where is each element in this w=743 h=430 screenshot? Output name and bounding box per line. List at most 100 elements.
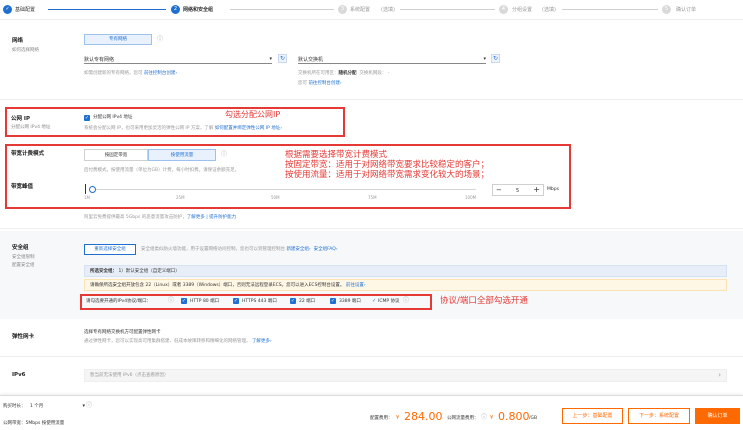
slider-tick-label: 50M [271, 195, 280, 200]
bandwidth-peak-title: 带宽峰值 [11, 184, 34, 190]
public-ip-highlight [5, 107, 345, 137]
refresh-icon[interactable]: ↻ [278, 54, 287, 63]
slider-tick-label: 25M [176, 195, 185, 200]
goto-settings-link[interactable]: 前往设置› [346, 283, 366, 288]
reselect-security-group-button[interactable]: 重新选择安全组 [84, 244, 136, 255]
duration-label: 购买时长： [3, 404, 26, 409]
port-checkbox-http[interactable]: ✓ [181, 298, 187, 304]
vswitch-help: 您可 前往控制台创建› [298, 81, 342, 86]
public-ip-desc: 系统会分配公网 IP，也可采用更加灵活的弹性公网 IP 方案，了解 如何配置并绑… [84, 126, 283, 131]
step-2-number: 2 [171, 5, 180, 14]
network-type-button[interactable]: 专有网络 [84, 34, 152, 45]
help-icon[interactable]: ⓘ [403, 297, 409, 304]
vpc-select[interactable]: 默认专有网络 ▾ [84, 55, 272, 64]
divider [0, 99, 743, 100]
slider-start-marker [85, 184, 86, 194]
eni-learn-more-link[interactable]: 了解更多› [252, 339, 272, 344]
next-step-button[interactable]: 下一步：系统配置 [628, 408, 690, 424]
ipv6-select[interactable]: 暂当前无法使用 IPv6（点击查看原因） › [84, 369, 727, 382]
ports-label: 请勾选要开通的IPv4协议/端口： [86, 299, 152, 304]
traffic-fee: 0.800 [498, 410, 530, 423]
security-sub1: 安全组限制 [12, 255, 35, 260]
public-ip-checkbox[interactable]: ✓ [84, 115, 90, 121]
network-title: 网络 [12, 38, 24, 44]
divider [0, 228, 743, 229]
help-icon[interactable]: ⓘ [168, 297, 174, 304]
step-4-tag: (选填) [542, 7, 556, 13]
footer-bandwidth: 公网带宽：5Mbps 按使用流量 [3, 421, 65, 426]
bandwidth-value[interactable]: 5 [516, 188, 519, 194]
step-connector [48, 9, 166, 10]
vswitch-select[interactable]: 默认交换机 ▾ [298, 55, 486, 64]
security-hint: 安全组类似防火墙功能，用于设置网络访问控制，您也可以到管理控制台 新建安全组› … [141, 247, 338, 252]
slider-tick-label: 1M [84, 195, 90, 200]
port-warning: 请确保所选安全组开放包含 22（Linux）或者 3389（Windows）端口… [90, 283, 366, 288]
prev-step-button[interactable]: 上一步：基础配置 [562, 408, 623, 424]
annotation-line: 按固定带宽：适用于对网络带宽要求比较稳定的客户； [285, 160, 490, 171]
billing-annotation: 根据需要选择带宽计费模式 按固定带宽：适用于对网络带宽要求比较稳定的客户； 按使… [285, 150, 489, 181]
plus-button[interactable]: + [533, 185, 540, 195]
step-3-label[interactable]: 系统配置 [350, 7, 370, 13]
vpc-create-link[interactable]: 前往控制台创建› [144, 71, 177, 76]
security-faq-link[interactable]: 安全组FAQ› [314, 247, 338, 252]
port-checkbox-https[interactable]: ✓ [233, 298, 239, 304]
vpc-select-value: 默认专有网络 [84, 57, 115, 63]
help-icon[interactable]: ⓘ [481, 414, 487, 421]
traffic-fee-label: 公网流量费用： [447, 416, 479, 421]
ipv6-title: IPv6 [12, 372, 26, 378]
step-connector [400, 9, 495, 10]
ports-annotation: 协议/端口全部勾选开通 [440, 296, 528, 306]
step-1-label[interactable]: 基础配置 [15, 7, 35, 13]
step-2-label[interactable]: 网络和安全组 [183, 7, 213, 13]
duration-select[interactable]: 1 个月 ▾ [27, 402, 85, 411]
step-4-number: 4 [499, 5, 508, 14]
help-icon[interactable]: ⓘ [221, 151, 227, 158]
port-checkbox-3389[interactable]: ✓ [330, 298, 336, 304]
config-fee-currency: ¥ [396, 415, 400, 421]
port-label: 3389 端口 [339, 299, 361, 304]
port-checkbox-22[interactable]: ✓ [290, 298, 296, 304]
step-1-check-icon: ✓ [3, 5, 12, 14]
config-fee: 284.00 [404, 410, 443, 423]
confirm-order-button[interactable]: 确认订单 [695, 408, 740, 424]
bandwidth-unit: Mbps [547, 187, 559, 192]
vswitch-create-link[interactable]: 前往控制台创建› [308, 81, 341, 86]
bandwidth-slider-track[interactable] [90, 189, 476, 190]
eni-line2: 通过弹性网卡，您可以实现高可用集群搭建、低成本故障转移和精细化的网络管理。 了解… [84, 339, 272, 344]
annotation-line: 根据需要选择带宽计费模式 [285, 150, 388, 160]
new-security-group-link[interactable]: 新建安全组› [286, 247, 310, 252]
security-title: 安全组 [12, 245, 29, 251]
port-label: 22 端口 [299, 299, 316, 304]
step-5-number: 5 [662, 5, 671, 14]
bandwidth-stepper[interactable]: − 5 + [492, 184, 544, 196]
minus-button[interactable]: − [496, 186, 502, 194]
vswitch-info: 交换机所在可用区：随机分配 交换机网段： - [298, 71, 390, 76]
public-ip-annotation: 勾选分配公网IP [225, 110, 281, 119]
eip-link[interactable]: 如何配置并绑定弹性公网 IP 地址› [215, 126, 282, 131]
help-icon[interactable]: ⓘ [157, 36, 163, 43]
icmp-check-icon[interactable]: ✓ [372, 298, 376, 304]
port-warning-bar: 请确保所选安全组开放包含 22（Linux）或者 3389（Windows）端口… [84, 279, 727, 291]
vpc-help: 如需创建新的专有网络，您可 前往控制台创建› [84, 71, 178, 76]
refresh-icon[interactable]: ↻ [491, 54, 500, 63]
config-fee-label: 配置费用： [370, 416, 393, 421]
duration-value: 1 个月 [30, 404, 44, 409]
billing-fixed-button[interactable]: 按固定带宽 [84, 149, 148, 161]
help-icon[interactable]: ⓘ [86, 402, 92, 409]
chevron-down-icon: ▾ [483, 56, 486, 62]
ddos-link[interactable]: 了解更多 | 提升防护能力 [187, 215, 236, 220]
billing-desc: 后付费模式，按使用流量（单位为GB）计费，每小时扣费。请保证余额充足。 [84, 168, 240, 173]
port-label: HTTPS 443 端口 [242, 299, 277, 304]
step-3-number: 3 [338, 5, 347, 14]
network-subtitle[interactable]: 如何选择网络 [12, 48, 39, 53]
step-5-label[interactable]: 确认订单 [676, 7, 696, 13]
billing-traffic-button[interactable]: 按使用流量 [148, 149, 216, 161]
bandwidth-slider-handle[interactable] [89, 186, 96, 193]
traffic-fee-currency: ¥ [490, 415, 494, 421]
selected-security-group: 所选安全组： 1）默认安全组（自定义端口） [90, 269, 180, 274]
icmp-label: ICMP 协议 [378, 299, 400, 304]
chevron-down-icon: ▾ [269, 56, 272, 62]
step-4-label[interactable]: 分组设置 [512, 7, 532, 13]
chevron-down-icon: ▾ [82, 403, 85, 409]
step-3-tag: (选填) [381, 7, 395, 13]
